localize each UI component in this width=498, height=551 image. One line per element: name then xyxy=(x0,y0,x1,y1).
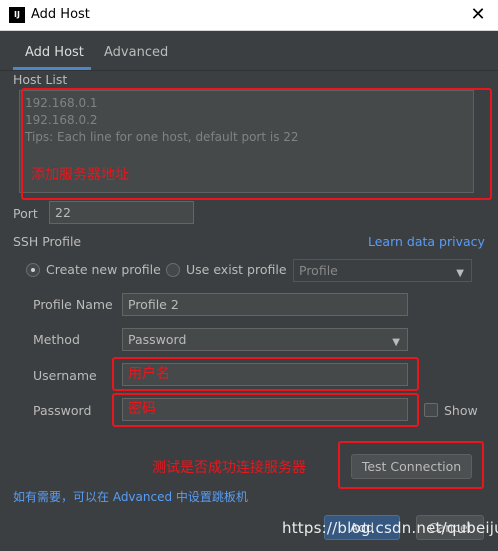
host-list-label: Host List xyxy=(13,72,68,87)
profile-select-value: Profile xyxy=(299,263,338,278)
password-label: Password xyxy=(33,403,92,418)
profile-name-input[interactable]: Profile 2 xyxy=(122,293,408,316)
ssh-profile-label: SSH Profile xyxy=(13,234,82,249)
window-title: Add Host xyxy=(31,7,90,22)
advanced-hint: 如有需要，可以在 Advanced 中设置跳板机 xyxy=(13,490,248,504)
profile-name-label: Profile Name xyxy=(33,297,113,312)
username-label: Username xyxy=(33,368,97,383)
port-input[interactable]: 22 xyxy=(49,201,194,224)
profile-select: Profile ▼ xyxy=(293,259,472,282)
title-bar: IJ Add Host ✕ xyxy=(0,0,498,31)
annotation-test-connection: 测试是否成功连接服务器 xyxy=(152,460,306,476)
test-connection-button[interactable]: Test Connection xyxy=(351,454,472,479)
tab-divider xyxy=(0,70,498,71)
chevron-down-icon: ▼ xyxy=(456,268,464,279)
watermark: https://blog.csdn.net/qubeijun xyxy=(282,519,498,537)
show-password-label[interactable]: Show xyxy=(444,403,478,418)
create-new-profile-label[interactable]: Create new profile xyxy=(46,262,161,277)
method-select[interactable]: Password ▼ xyxy=(122,328,408,351)
tab-add-host[interactable]: Add Host xyxy=(25,45,84,60)
annotation-host-list: 添加服务器地址 xyxy=(31,167,129,183)
annotation-box-password xyxy=(112,393,419,427)
port-label: Port xyxy=(13,206,38,221)
method-label: Method xyxy=(33,332,80,347)
create-new-profile-radio[interactable] xyxy=(26,263,40,277)
app-icon: IJ xyxy=(9,7,25,23)
use-exist-profile-label[interactable]: Use exist profile xyxy=(186,262,287,277)
annotation-box-username xyxy=(112,357,419,391)
learn-data-privacy-link[interactable]: Learn data privacy xyxy=(368,234,485,249)
tab-advanced[interactable]: Advanced xyxy=(104,45,168,60)
use-exist-profile-radio[interactable] xyxy=(166,263,180,277)
chevron-down-icon: ▼ xyxy=(392,337,400,348)
show-password-checkbox[interactable] xyxy=(424,403,438,417)
method-select-value: Password xyxy=(128,332,187,347)
close-icon[interactable]: ✕ xyxy=(466,3,490,27)
